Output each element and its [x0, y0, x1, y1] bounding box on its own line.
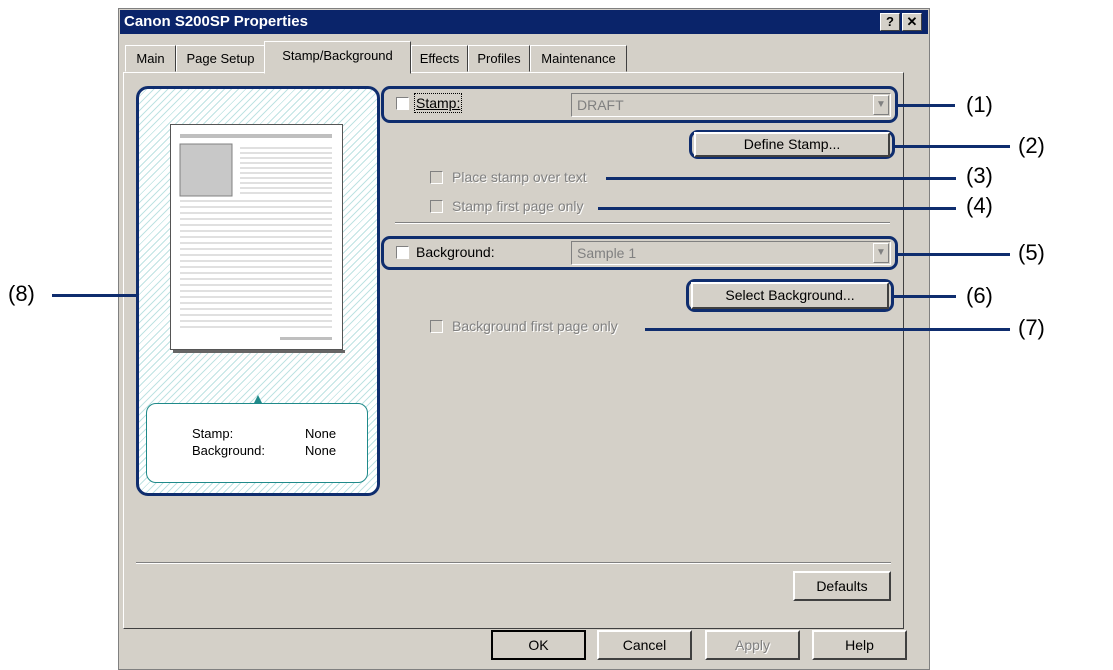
- close-icon[interactable]: ✕: [902, 13, 922, 31]
- callout-leader-1: [897, 104, 955, 107]
- select-background-button[interactable]: Select Background...: [691, 282, 889, 309]
- defaults-button[interactable]: Defaults: [793, 571, 891, 601]
- preview-background-value: None: [305, 443, 337, 458]
- stamp-label: Stamp:: [413, 93, 463, 113]
- callout-number-4: (4): [966, 193, 993, 218]
- callout-leader-5: [897, 253, 1010, 256]
- callout-number-8: (8): [8, 281, 35, 306]
- help-button[interactable]: Help: [812, 630, 907, 660]
- callout-leader-6: [893, 295, 956, 298]
- stamp-first-page-only-checkbox[interactable]: [430, 200, 443, 213]
- define-stamp-button[interactable]: Define Stamp...: [694, 132, 890, 157]
- ok-button[interactable]: OK: [491, 630, 586, 660]
- callout-number-1: (1): [966, 92, 993, 117]
- stamp-combo[interactable]: DRAFT: [571, 93, 891, 117]
- callout-leader-3: [606, 177, 956, 180]
- background-combo-chevron-down-icon[interactable]: ▼: [873, 243, 889, 263]
- callout-number-6: (6): [966, 283, 993, 308]
- tab-profiles[interactable]: Profiles: [468, 45, 530, 72]
- help-icon[interactable]: ?: [880, 13, 900, 31]
- background-first-page-only-checkbox[interactable]: [430, 320, 443, 333]
- separator-line: [395, 222, 890, 224]
- callout-leader-4: [598, 207, 956, 210]
- stamp-checkbox[interactable]: [396, 97, 409, 110]
- place-stamp-over-text-label: Place stamp over text: [452, 169, 587, 185]
- tab-effects[interactable]: Effects: [411, 45, 468, 72]
- tab-page-setup[interactable]: Page Setup: [176, 45, 265, 72]
- background-first-page-only-label: Background first page only: [452, 318, 618, 334]
- bottom-separator: [136, 562, 891, 564]
- callout-number-2: (2): [1018, 133, 1045, 158]
- apply-button[interactable]: Apply: [705, 630, 800, 660]
- callout-number-3: (3): [966, 163, 993, 188]
- callout-number-7: (7): [1018, 315, 1045, 340]
- preview-background-label: Background:: [192, 443, 265, 458]
- background-label: Background:: [416, 244, 495, 260]
- background-checkbox[interactable]: [396, 246, 409, 259]
- tab-stamp-background[interactable]: Stamp/Background: [264, 41, 411, 74]
- background-combo[interactable]: Sample 1: [571, 241, 891, 265]
- place-stamp-over-text-checkbox[interactable]: [430, 171, 443, 184]
- callout-leader-8: [52, 294, 137, 297]
- preview-stamp-label: Stamp:: [192, 426, 234, 441]
- cancel-button[interactable]: Cancel: [597, 630, 692, 660]
- callout-leader-2: [894, 145, 1010, 148]
- preview-stamp-value: None: [305, 426, 337, 441]
- page-preview-image: [170, 124, 345, 353]
- tab-maintenance[interactable]: Maintenance: [530, 45, 627, 72]
- tab-main[interactable]: Main: [125, 45, 176, 72]
- stamp-first-page-only-label: Stamp first page only: [452, 198, 584, 214]
- window-title: Canon S200SP Properties: [124, 13, 308, 30]
- stamp-combo-chevron-down-icon[interactable]: ▼: [873, 95, 889, 115]
- callout-leader-7: [645, 328, 1010, 331]
- callout-number-5: (5): [1018, 240, 1045, 265]
